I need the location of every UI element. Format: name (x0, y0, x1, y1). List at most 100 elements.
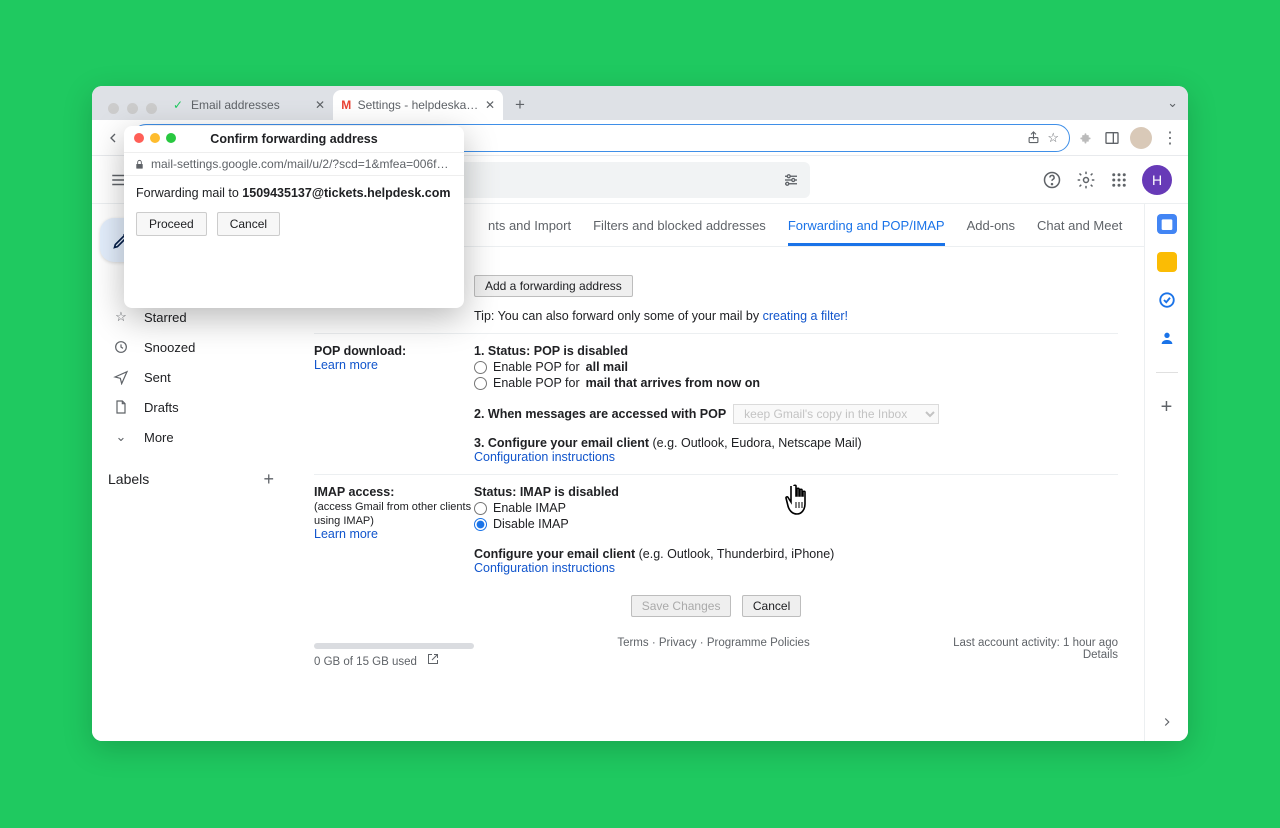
share-icon[interactable] (1026, 130, 1041, 145)
sidebar-item-label: Snoozed (144, 340, 195, 355)
minimize-dot[interactable] (127, 103, 138, 114)
apps-icon[interactable] (1110, 171, 1128, 189)
imap-enable-label: Enable IMAP (493, 501, 566, 515)
sidebar-item-drafts[interactable]: Drafts (92, 392, 288, 422)
pop-status: 1. Status: POP is disabled (474, 344, 628, 358)
labels-header: Labels + (92, 460, 288, 498)
settings-actions: Save Changes Cancel (314, 585, 1118, 623)
details-link[interactable]: Details (1083, 649, 1118, 661)
tab-strip: ✓ Email addresses ✕ M Settings - helpdes… (92, 86, 1188, 120)
labels-title: Labels (108, 471, 149, 487)
extensions-icon[interactable] (1078, 130, 1094, 146)
pop-option-fromnow[interactable]: Enable POP for mail that arrives from no… (474, 376, 1118, 390)
open-storage-icon[interactable] (423, 656, 438, 668)
imap-status: Status: IMAP is disabled (474, 485, 619, 499)
add-label-button[interactable]: + (263, 469, 274, 490)
close-tab-icon[interactable]: ✕ (315, 98, 325, 112)
imap-conf-bold: Configure your email client (474, 547, 635, 561)
help-icon[interactable] (1042, 170, 1062, 190)
save-changes-button[interactable]: Save Changes (631, 595, 732, 617)
tab-chat[interactable]: Chat and Meet (1037, 218, 1122, 246)
profile-avatar[interactable] (1130, 127, 1152, 149)
browser-tab-0[interactable]: ✓ Email addresses ✕ (163, 90, 333, 120)
dialog-traffic-lights (134, 133, 176, 143)
pop-action-select[interactable]: keep Gmail's copy in the Inbox (733, 404, 939, 424)
tabstrip-chevron-icon[interactable]: ⌄ (1167, 95, 1178, 111)
horizontal-scrollbar[interactable] (314, 643, 474, 649)
dialog-body: Forwarding mail to 1509435137@tickets.he… (124, 176, 464, 210)
storage-text: 0 GB of 15 GB used (314, 656, 417, 668)
imap-radio-disable[interactable] (474, 518, 487, 531)
confirm-forwarding-dialog: Confirm forwarding address mail-settings… (124, 126, 464, 308)
lock-icon (134, 159, 145, 170)
sidebar-item-label: More (144, 430, 174, 445)
tab-title: Settings - helpdeskapp.helpce (358, 98, 479, 112)
imap-config-link[interactable]: Configuration instructions (474, 561, 615, 575)
back-button[interactable] (102, 127, 124, 149)
privacy-link[interactable]: Privacy (659, 637, 697, 649)
dialog-close-dot[interactable] (134, 133, 144, 143)
dialog-host: mail-settings.google.com/mail/u/2/?scd=1… (151, 157, 454, 171)
pop-radio-allmail[interactable] (474, 361, 487, 374)
sidebar-item-label: Drafts (144, 400, 179, 415)
pop-radio-fromnow[interactable] (474, 377, 487, 390)
policies-link[interactable]: Programme Policies (707, 637, 810, 649)
pop-config-link[interactable]: Configuration instructions (474, 450, 615, 464)
tab-accounts[interactable]: nts and Import (488, 218, 571, 246)
dialog-titlebar: Confirm forwarding address (124, 126, 464, 152)
chevron-down-icon: ⌄ (112, 428, 130, 446)
add-addon-icon[interactable]: + (1157, 397, 1177, 417)
tab-forwarding[interactable]: Forwarding and POP/IMAP (788, 218, 945, 246)
new-tab-button[interactable]: + (507, 92, 533, 118)
section-pop: POP download: Learn more 1. Status: POP … (314, 334, 1118, 475)
terms-link[interactable]: Terms (617, 637, 648, 649)
pop-option1-pre: Enable POP for (493, 360, 580, 374)
tasks-icon[interactable] (1157, 290, 1177, 310)
keep-icon[interactable] (1157, 252, 1177, 272)
close-tab-icon[interactable]: ✕ (485, 98, 495, 112)
cancel-button[interactable]: Cancel (217, 212, 280, 236)
dialog-url-row: mail-settings.google.com/mail/u/2/?scd=1… (124, 152, 464, 176)
cancel-settings-button[interactable]: Cancel (742, 595, 801, 617)
pop-learn-more-link[interactable]: Learn more (314, 358, 378, 372)
add-forwarding-address-button[interactable]: Add a forwarding address (474, 275, 633, 297)
close-dot[interactable] (108, 103, 119, 114)
contacts-icon[interactable] (1157, 328, 1177, 348)
section-imap: IMAP access: (access Gmail from other cl… (314, 475, 1118, 585)
settings-icon[interactable] (1076, 170, 1096, 190)
imap-disable-label: Disable IMAP (493, 517, 569, 531)
clock-icon (112, 338, 130, 356)
sidepanel-icon[interactable] (1104, 130, 1120, 146)
imap-subtext: (access Gmail from other clients using I… (314, 501, 471, 527)
sidebar-item-snoozed[interactable]: Snoozed (92, 332, 288, 362)
zoom-dot[interactable] (146, 103, 157, 114)
account-avatar[interactable]: H (1142, 165, 1172, 195)
imap-conf-rest: (e.g. Outlook, Thunderbird, iPhone) (635, 547, 834, 561)
sidebar-item-sent[interactable]: Sent (92, 362, 288, 392)
file-icon (112, 398, 130, 416)
forwarding-tip-text: Tip: You can also forward only some of y… (474, 309, 763, 323)
tab-addons[interactable]: Add-ons (967, 218, 1015, 246)
proceed-button[interactable]: Proceed (136, 212, 207, 236)
dialog-zoom-dot[interactable] (166, 133, 176, 143)
dialog-minimize-dot[interactable] (150, 133, 160, 143)
tab-filters[interactable]: Filters and blocked addresses (593, 218, 766, 246)
tune-icon[interactable] (782, 171, 800, 189)
browser-tab-1[interactable]: M Settings - helpdeskapp.helpce ✕ (333, 90, 503, 120)
pop-label: POP download: (314, 344, 406, 358)
sidebar-item-label: Starred (144, 310, 187, 325)
favicon-icon: ✓ (171, 98, 185, 112)
create-filter-link[interactable]: creating a filter! (763, 309, 848, 323)
settings-body: Forwarding: Learn more Add a forwarding … (288, 247, 1144, 736)
pop-option-allmail[interactable]: Enable POP for all mail (474, 360, 1118, 374)
star-icon[interactable]: ☆ (1047, 130, 1059, 146)
imap-radio-enable[interactable] (474, 502, 487, 515)
sidebar-item-more[interactable]: ⌄ More (92, 422, 288, 452)
dialog-email: 1509435137@tickets.helpdesk.com (242, 186, 450, 200)
collapse-sidepanel-icon[interactable] (1160, 715, 1174, 729)
sidebar-item-label: Sent (144, 370, 171, 385)
imap-learn-more-link[interactable]: Learn more (314, 527, 378, 541)
calendar-icon[interactable] (1157, 214, 1177, 234)
macos-traffic-lights (102, 103, 163, 120)
browser-menu-icon[interactable]: ⋮ (1162, 128, 1178, 148)
